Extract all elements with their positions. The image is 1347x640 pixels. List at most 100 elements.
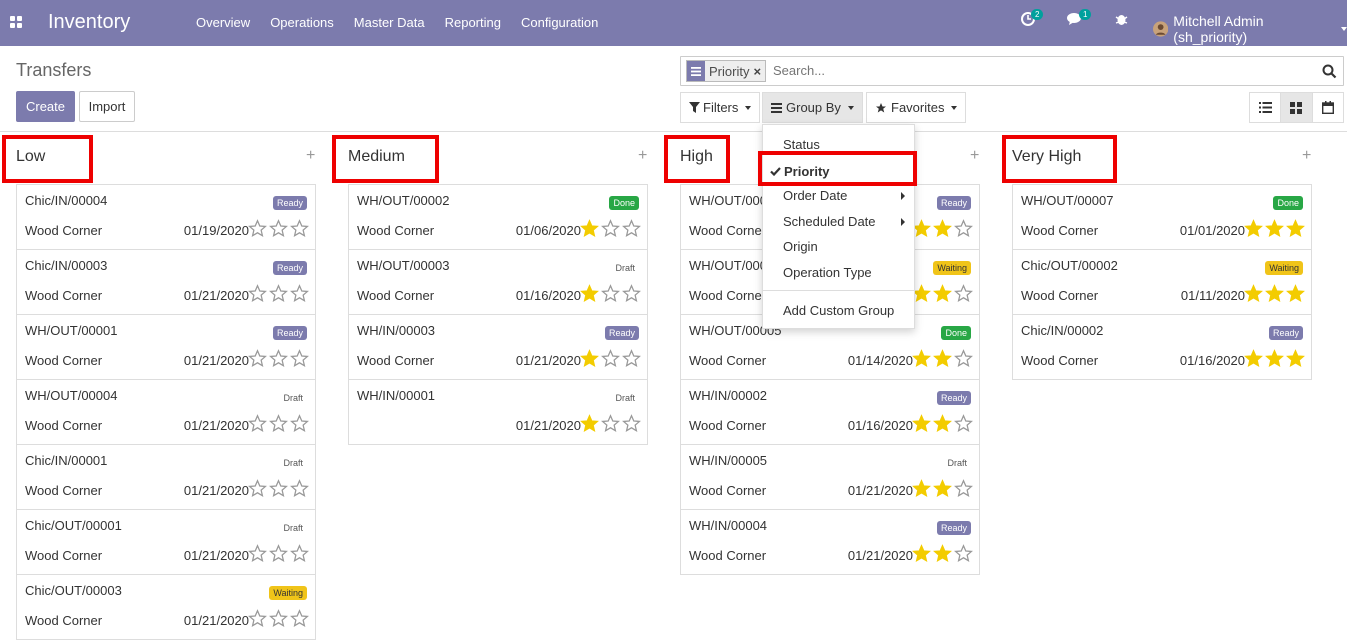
search-icon[interactable] [1322,64,1337,79]
priority-star-icon[interactable] [931,284,952,306]
priority-star-icon[interactable] [931,544,952,566]
priority-star-icon[interactable] [931,479,952,501]
priority-star-icon[interactable] [620,414,641,436]
priority-star-icon[interactable] [1284,219,1305,241]
priority-star-icon[interactable] [288,414,309,436]
priority-star-icon[interactable] [910,479,931,501]
list-view-button[interactable] [1250,93,1282,122]
transfer-card[interactable]: WH/IN/00001 Draft 01/21/2020 [348,379,648,445]
app-brand[interactable]: Inventory [48,11,130,34]
priority-star-icon[interactable] [267,414,288,436]
import-button[interactable]: Import [79,91,135,122]
priority-star-icon[interactable] [1263,284,1284,306]
priority-star-icon[interactable] [578,349,599,371]
add-card-icon[interactable]: + [306,147,315,165]
priority-star-icon[interactable] [578,284,599,306]
priority-star-icon[interactable] [1284,284,1305,306]
priority-star-icon[interactable] [952,414,973,436]
transfer-card[interactable]: WH/OUT/00001 Ready Wood Corner 01/21/2020 [16,314,316,380]
apps-grid-icon[interactable] [10,16,22,28]
priority-star-icon[interactable] [952,284,973,306]
priority-star-icon[interactable] [620,349,641,371]
menu-master-data[interactable]: Master Data [354,15,425,30]
priority-star-icon[interactable] [952,349,973,371]
priority-star-icon[interactable] [910,544,931,566]
groupby-status[interactable]: Status [783,137,820,152]
favorites-dropdown[interactable]: Favorites [866,92,967,123]
priority-star-icon[interactable] [952,479,973,501]
transfer-card[interactable]: WH/OUT/00003 Draft Wood Corner 01/16/2020 [348,249,648,315]
add-custom-group[interactable]: Add Custom Group [783,303,894,318]
messages-button[interactable]: 1 [1067,9,1092,29]
activity-button[interactable]: 2 [1021,9,1044,29]
menu-configuration[interactable]: Configuration [521,15,598,30]
priority-star-icon[interactable] [1263,219,1284,241]
groupby-order-date[interactable]: Order Date [783,188,847,203]
transfer-card[interactable]: WH/IN/00002 Ready Wood Corner 01/16/2020 [680,379,980,445]
groupby-scheduled-date[interactable]: Scheduled Date [783,214,876,229]
priority-star-icon[interactable] [1263,349,1284,371]
priority-star-icon[interactable] [267,479,288,501]
priority-star-icon[interactable] [288,284,309,306]
transfer-card[interactable]: WH/OUT/00004 Draft Wood Corner 01/21/2020 [16,379,316,445]
priority-star-icon[interactable] [578,414,599,436]
priority-star-icon[interactable] [267,284,288,306]
filters-dropdown[interactable]: Filters [680,92,761,123]
priority-star-icon[interactable] [910,414,931,436]
priority-star-icon[interactable] [288,349,309,371]
priority-star-icon[interactable] [246,609,267,631]
priority-star-icon[interactable] [246,349,267,371]
groupby-origin[interactable]: Origin [783,239,818,254]
create-button[interactable]: Create [16,91,75,122]
transfer-card[interactable]: WH/OUT/00007 Done Wood Corner 01/01/2020 [1012,184,1312,250]
priority-star-icon[interactable] [910,349,931,371]
priority-star-icon[interactable] [267,609,288,631]
add-card-icon[interactable]: + [638,147,647,165]
priority-star-icon[interactable] [246,219,267,241]
priority-star-icon[interactable] [1284,349,1305,371]
transfer-card[interactable]: Chic/IN/00004 Ready Wood Corner 01/19/2020 [16,184,316,250]
priority-star-icon[interactable] [267,544,288,566]
search-input[interactable] [773,63,1293,78]
priority-star-icon[interactable] [620,284,641,306]
priority-star-icon[interactable] [246,284,267,306]
transfer-card[interactable]: WH/OUT/00002 Done Wood Corner 01/06/2020 [348,184,648,250]
priority-star-icon[interactable] [1242,349,1263,371]
transfer-card[interactable]: Chic/OUT/00002 Waiting Wood Corner 01/11/20… [1012,249,1312,315]
priority-star-icon[interactable] [620,219,641,241]
groupby-dropdown[interactable]: Group By [762,92,863,123]
menu-reporting[interactable]: Reporting [445,15,501,30]
transfer-card[interactable]: Chic/OUT/00003 Waiting Wood Corner 01/21/20… [16,574,316,640]
menu-operations[interactable]: Operations [270,15,334,30]
priority-star-icon[interactable] [1242,219,1263,241]
priority-star-icon[interactable] [288,479,309,501]
priority-star-icon[interactable] [288,544,309,566]
add-card-icon[interactable]: + [970,147,979,165]
priority-star-icon[interactable] [1242,284,1263,306]
priority-star-icon[interactable] [288,609,309,631]
add-card-icon[interactable]: + [1302,147,1311,165]
transfer-card[interactable]: Chic/OUT/00001 Draft Wood Corner 01/21/2020 [16,509,316,575]
priority-star-icon[interactable] [952,544,973,566]
priority-star-icon[interactable] [952,219,973,241]
groupby-operation-type[interactable]: Operation Type [783,265,872,280]
debug-bug-button[interactable] [1115,12,1128,29]
transfer-card[interactable]: WH/IN/00003 Ready Wood Corner 01/21/2020 [348,314,648,380]
priority-star-icon[interactable] [931,219,952,241]
transfer-card[interactable]: Chic/IN/00001 Draft Wood Corner 01/21/2020 [16,444,316,510]
transfer-card[interactable]: Chic/IN/00002 Ready Wood Corner 01/16/2020 [1012,314,1312,380]
priority-star-icon[interactable] [599,349,620,371]
transfer-card[interactable]: Chic/IN/00003 Ready Wood Corner 01/21/2020 [16,249,316,315]
priority-star-icon[interactable] [246,414,267,436]
priority-star-icon[interactable] [246,479,267,501]
priority-facet[interactable]: Priority × [686,60,767,82]
priority-star-icon[interactable] [599,284,620,306]
priority-star-icon[interactable] [599,219,620,241]
priority-star-icon[interactable] [931,349,952,371]
menu-overview[interactable]: Overview [196,15,250,30]
priority-star-icon[interactable] [267,219,288,241]
priority-star-icon[interactable] [931,414,952,436]
kanban-view-button[interactable] [1281,93,1313,122]
transfer-card[interactable]: WH/IN/00005 Draft Wood Corner 01/21/2020 [680,444,980,510]
calendar-view-button[interactable] [1313,93,1343,122]
